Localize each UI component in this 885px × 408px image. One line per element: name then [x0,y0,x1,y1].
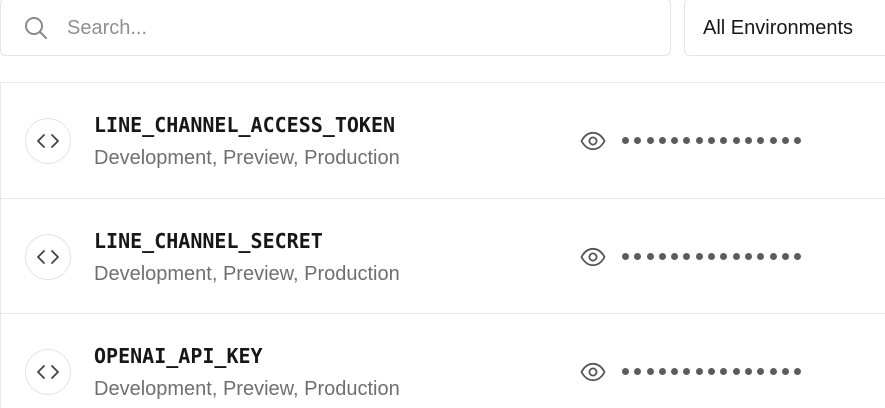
mask-dot [708,252,716,260]
mask-dot [732,252,740,260]
mask-dot [658,136,666,144]
code-icon [25,349,71,395]
mask-dot [634,252,642,260]
mask-dot [794,252,802,260]
mask-dot [732,367,740,375]
environment-variables-page: All Environments LINE_CHANNEL_ACCESS_TOK… [0,0,885,408]
mask-dot [781,367,789,375]
mask-dot [769,252,777,260]
mask-dot [683,136,691,144]
mask-dot [732,136,740,144]
env-variable-list: LINE_CHANNEL_ACCESS_TOKEN Development, P… [0,82,885,408]
eye-icon[interactable] [577,127,609,155]
environment-filter-select[interactable]: All Environments [684,0,885,56]
masked-value [622,357,806,385]
mask-dot [781,252,789,260]
mask-dot [757,252,765,260]
mask-dot [622,367,629,375]
variable-name[interactable]: LINE_CHANNEL_SECRET [94,229,323,253]
mask-dot [634,367,642,375]
env-variable-row: OPENAI_API_KEY Development, Preview, Pro… [0,313,885,408]
mask-dot [622,252,629,260]
variable-environments: Development, Preview, Production [94,378,400,400]
eye-icon[interactable] [577,243,609,271]
mask-dot [769,136,777,144]
mask-dot [794,367,802,375]
variable-environments: Development, Preview, Production [94,263,400,285]
search-input[interactable] [67,13,627,43]
mask-dot [671,367,679,375]
mask-dot [695,252,703,260]
mask-dot [646,367,654,375]
variable-environments: Development, Preview, Production [94,147,400,169]
mask-dot [720,136,728,144]
mask-dot [695,136,703,144]
mask-dot [708,367,716,375]
variable-name[interactable]: LINE_CHANNEL_ACCESS_TOKEN [94,113,395,137]
mask-dot [634,136,642,144]
mask-dot [708,136,716,144]
search-icon [23,15,49,41]
mask-dot [744,136,752,144]
mask-dot [671,136,679,144]
mask-dot [646,252,654,260]
mask-dot [695,367,703,375]
mask-dot [720,367,728,375]
code-icon [25,118,71,164]
mask-dot [757,136,765,144]
mask-dot [757,367,765,375]
mask-dot [646,136,654,144]
eye-icon[interactable] [577,358,609,386]
mask-dot [769,367,777,375]
mask-dot [744,367,752,375]
mask-dot [744,252,752,260]
masked-value [622,242,806,270]
search-box[interactable] [0,0,671,56]
env-variable-row: LINE_CHANNEL_SECRET Development, Preview… [0,198,885,313]
mask-dot [720,252,728,260]
mask-dot [781,136,789,144]
mask-dot [794,136,802,144]
mask-dot [658,252,666,260]
mask-dot [622,136,629,144]
mask-dot [671,252,679,260]
masked-value [622,126,806,154]
variable-name[interactable]: OPENAI_API_KEY [94,344,263,368]
env-variable-row: LINE_CHANNEL_ACCESS_TOKEN Development, P… [0,82,885,198]
code-icon [25,234,71,280]
mask-dot [683,252,691,260]
mask-dot [658,367,666,375]
mask-dot [683,367,691,375]
